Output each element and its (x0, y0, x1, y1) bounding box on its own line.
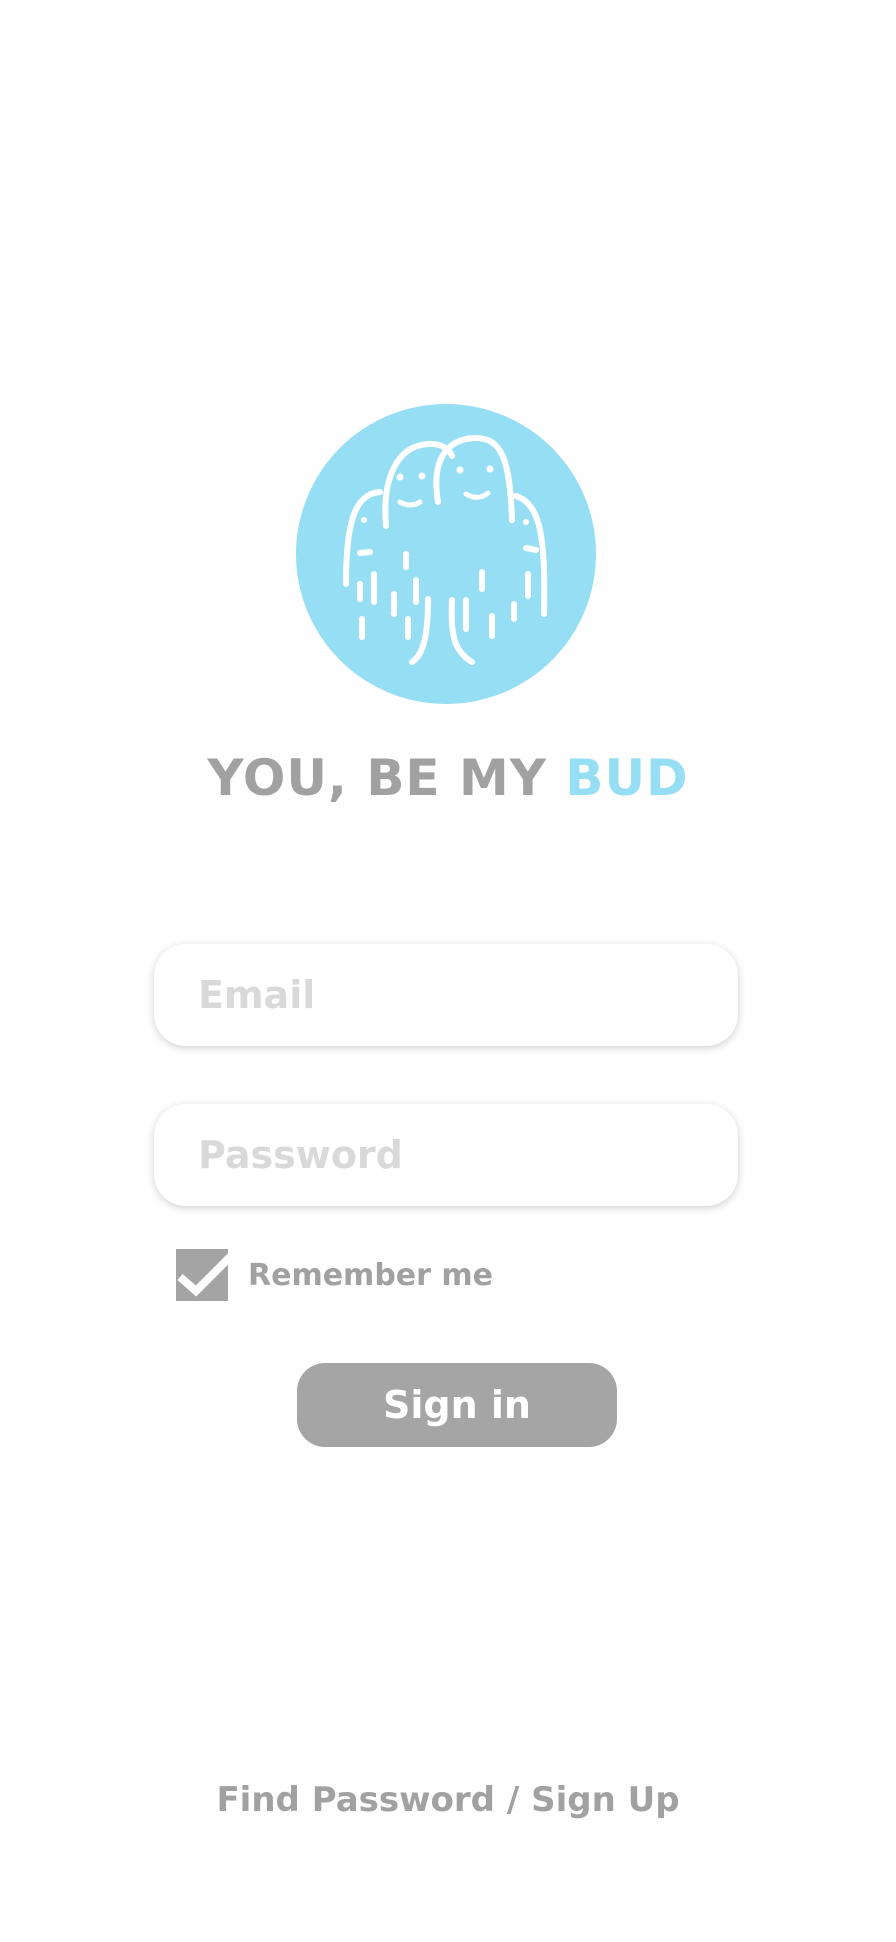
footer-links: Find Password / Sign Up (0, 1776, 896, 1824)
sign-in-button[interactable]: Sign in (297, 1363, 617, 1447)
remember-me-checkbox[interactable] (176, 1249, 237, 1301)
app-logo (296, 404, 596, 704)
checkmark-icon (177, 1250, 237, 1297)
remember-me-label: Remember me (248, 1257, 493, 1293)
find-password-link[interactable]: Find Password (216, 1780, 495, 1820)
email-input[interactable] (154, 973, 738, 1017)
app-title: YOU, BE MY BUD (0, 748, 896, 808)
bud-friends-icon (296, 404, 596, 704)
password-input[interactable] (154, 1133, 738, 1177)
app-title-accent: BUD (565, 749, 689, 807)
footer-separator: / (495, 1780, 532, 1820)
sign-up-link[interactable]: Sign Up (531, 1780, 679, 1820)
app-title-prefix: YOU, BE MY (207, 749, 566, 807)
remember-me-row[interactable]: Remember me (176, 1248, 493, 1302)
password-field-container (154, 1104, 738, 1206)
email-field-container (154, 944, 738, 1046)
